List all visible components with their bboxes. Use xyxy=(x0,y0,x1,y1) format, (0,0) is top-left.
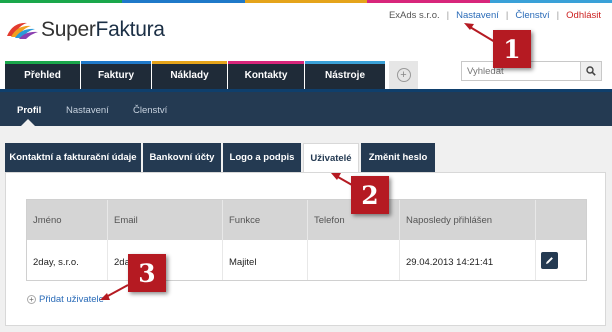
tab-overview[interactable]: Přehled xyxy=(5,61,80,89)
top-settings-link[interactable]: Nastavení xyxy=(456,10,499,21)
strip-blue xyxy=(122,0,245,3)
search-box xyxy=(461,61,602,81)
tab-users[interactable]: Uživatelé xyxy=(303,143,359,173)
pencil-icon xyxy=(546,257,553,264)
tab-expenses[interactable]: Náklady xyxy=(152,61,227,89)
tab-accent xyxy=(228,61,304,64)
column-header: Funkce xyxy=(229,215,261,226)
strip-cyan xyxy=(489,0,612,3)
user-role: Majitel xyxy=(229,257,257,268)
annotation-marker-2: 2 xyxy=(351,176,389,214)
annotation-marker-1: 1 xyxy=(493,30,531,68)
strip-green xyxy=(0,0,123,3)
top-membership-link[interactable]: Členství xyxy=(515,10,549,21)
arrow-1-line xyxy=(469,26,496,43)
edit-user-button[interactable] xyxy=(541,252,558,269)
add-user-label: Přidat uživatele xyxy=(39,294,104,305)
tab-accent xyxy=(305,61,385,64)
column-divider xyxy=(307,200,308,280)
strip-pink xyxy=(367,0,490,3)
subtab-membership[interactable]: Členství xyxy=(133,105,167,116)
column-divider xyxy=(399,200,400,280)
plus-icon: + xyxy=(396,68,411,82)
tab-accent xyxy=(152,61,227,64)
tab-logo-signature[interactable]: Logo a podpis xyxy=(223,143,301,172)
tab-label: Náklady xyxy=(170,69,209,81)
tab-change-password[interactable]: Změnit heslo xyxy=(361,143,435,172)
subtab-settings[interactable]: Nastavení xyxy=(66,105,109,116)
subtab-profile[interactable]: Profil xyxy=(17,105,41,116)
add-tab-button[interactable]: + xyxy=(389,61,418,89)
column-header: Naposledy přihlášen xyxy=(406,215,493,226)
annotation-marker-3: 3 xyxy=(128,254,166,292)
profile-tabs: Kontaktní a fakturační údaje Bankovní úč… xyxy=(5,143,437,173)
company-name: ExAds s.r.o. xyxy=(388,10,440,21)
separator: | xyxy=(556,10,560,21)
column-header: Telefon xyxy=(314,215,345,226)
logo-text: SuperFaktura xyxy=(41,18,165,41)
logout-link[interactable]: Odhlásit xyxy=(566,10,601,21)
brand-color-strip xyxy=(0,0,612,3)
column-divider xyxy=(107,200,108,280)
separator: | xyxy=(446,10,450,21)
logo-swoosh-icon xyxy=(7,22,38,39)
active-subtab-caret xyxy=(21,119,35,126)
add-circle-icon: + xyxy=(27,295,36,304)
tab-bank-accounts[interactable]: Bankovní účty xyxy=(143,143,221,172)
top-navigation: ExAds s.r.o. | Nastavení | Členství | Od… xyxy=(389,10,601,21)
users-table: Jméno Email Funkce Telefon Naposledy při… xyxy=(26,199,587,281)
user-name: 2day, s.r.o. xyxy=(33,257,79,268)
tab-tools[interactable]: Nástroje xyxy=(305,61,385,89)
logo[interactable]: SuperFaktura xyxy=(5,18,165,42)
column-header: Email xyxy=(114,215,138,226)
tab-label: Přehled xyxy=(24,69,61,81)
tab-accent xyxy=(5,61,80,64)
tab-invoices[interactable]: Faktury xyxy=(81,61,151,89)
arrow-1-head xyxy=(464,23,474,30)
user-last-login: 29.04.2013 14:21:41 xyxy=(406,257,494,268)
search-button[interactable] xyxy=(580,61,602,81)
column-header: Jméno xyxy=(33,215,62,226)
tab-label: Kontakty xyxy=(244,69,288,81)
strip-orange xyxy=(244,0,368,3)
column-divider xyxy=(535,200,536,280)
search-icon xyxy=(586,66,596,76)
sub-navigation: Profil Nastavení Členství xyxy=(0,89,612,126)
tab-accent xyxy=(81,61,151,64)
tab-label: Nástroje xyxy=(324,69,365,81)
tab-contact-billing[interactable]: Kontaktní a fakturační údaje xyxy=(5,143,141,172)
tab-contacts[interactable]: Kontakty xyxy=(228,61,304,89)
add-user-link[interactable]: + Přidat uživatele xyxy=(27,294,104,305)
main-navigation: Přehled Faktury Náklady Kontakty Nástroj… xyxy=(5,61,386,89)
tab-label: Faktury xyxy=(97,69,135,81)
column-divider xyxy=(222,200,223,280)
separator: | xyxy=(505,10,509,21)
